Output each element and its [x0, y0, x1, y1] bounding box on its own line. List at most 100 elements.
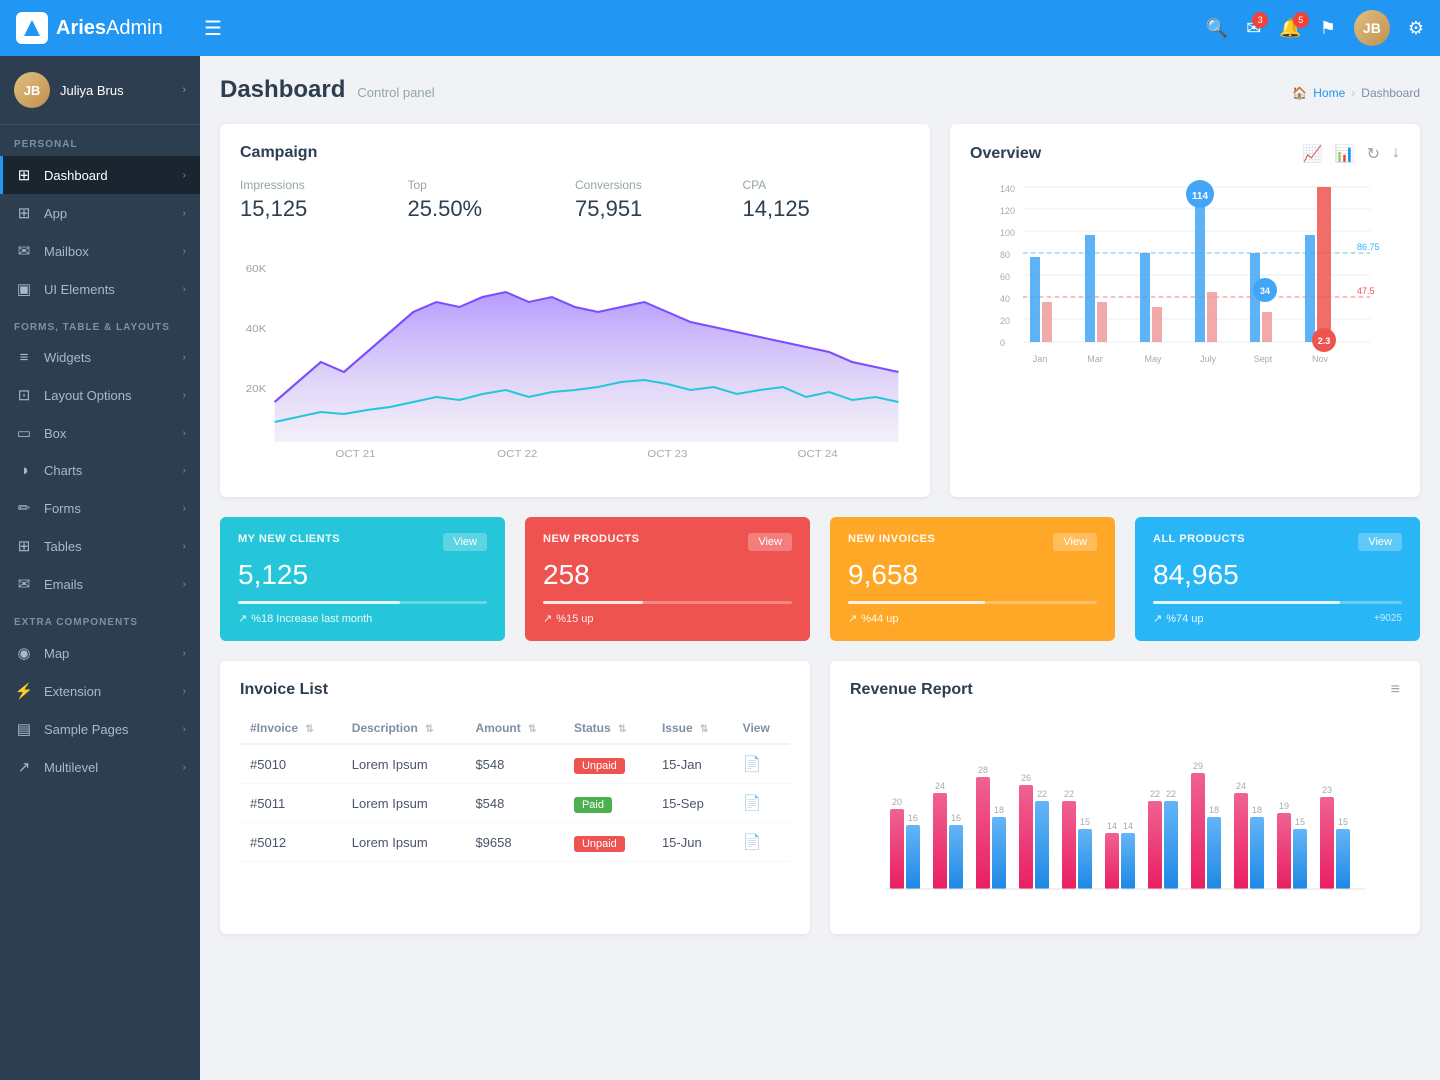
stat-conversions-value: 75,951 — [575, 196, 743, 222]
stat-card-all-products-view-btn[interactable]: View — [1358, 533, 1402, 551]
status-badge-paid: Paid — [574, 797, 612, 813]
view-file-icon[interactable]: 📄 — [743, 834, 762, 851]
svg-text:24: 24 — [935, 781, 945, 791]
campaign-title: Campaign — [240, 144, 910, 162]
page-header: Dashboard Control panel 🏠 Home › Dashboa… — [220, 76, 1420, 104]
extension-icon: ⚡ — [14, 682, 34, 700]
breadcrumb-sep: › — [1351, 86, 1355, 100]
logo-icon — [16, 12, 48, 44]
overview-bar-icon[interactable]: 📊 — [1335, 144, 1355, 164]
search-icon[interactable]: 🔍 — [1206, 18, 1228, 39]
sidebar-item-map[interactable]: ◉ Map › — [0, 634, 200, 672]
sample-pages-icon: ▤ — [14, 720, 34, 738]
cell-desc: Lorem Ipsum — [342, 784, 466, 823]
stat-card-all-products-bar — [1153, 601, 1402, 604]
svg-text:2.3: 2.3 — [1318, 336, 1331, 346]
stat-card-invoices-value: 9,658 — [848, 559, 1097, 591]
sidebar-item-label: Map — [44, 646, 173, 661]
sidebar-item-extension[interactable]: ⚡ Extension › — [0, 672, 200, 710]
bell-icon[interactable]: 🔔 5 — [1279, 18, 1301, 39]
mail-icon[interactable]: ✉ 3 — [1246, 18, 1261, 39]
svg-text:20K: 20K — [246, 384, 267, 395]
view-file-icon[interactable]: 📄 — [743, 756, 762, 773]
cell-view[interactable]: 📄 — [733, 823, 790, 862]
sidebar-item-tables[interactable]: ⊞ Tables › — [0, 527, 200, 565]
stat-card-clients-header: MY NEW CLIENTS View — [238, 533, 487, 551]
svg-text:20: 20 — [892, 797, 902, 807]
sidebar-item-box[interactable]: ▭ Box › — [0, 414, 200, 452]
ui-elements-icon: ▣ — [14, 280, 34, 298]
svg-text:114: 114 — [1192, 191, 1209, 202]
page-subtitle: Control panel — [357, 85, 434, 100]
section-label-extra: EXTRA COMPONENTS — [0, 603, 200, 634]
mail-badge: 3 — [1252, 12, 1268, 28]
flag-icon[interactable]: ⚑ — [1320, 18, 1336, 39]
stat-card-products-view-btn[interactable]: View — [748, 533, 792, 551]
svg-text:26: 26 — [1021, 773, 1031, 783]
svg-text:40K: 40K — [246, 324, 267, 335]
sidebar-arrow: › — [183, 208, 186, 219]
sidebar-user-arrow: › — [182, 84, 186, 96]
dashboard-icon: ⊞ — [14, 166, 34, 184]
sidebar-arrow: › — [183, 579, 186, 590]
svg-text:120: 120 — [1000, 206, 1015, 216]
cell-view[interactable]: 📄 — [733, 744, 790, 784]
sidebar-item-label: Emails — [44, 577, 173, 592]
svg-text:24: 24 — [1236, 781, 1246, 791]
logo-brand: AriesAdmin — [56, 17, 163, 40]
status-badge-unpaid: Unpaid — [574, 758, 625, 774]
stat-conversions-label: Conversions — [575, 178, 743, 192]
svg-text:40: 40 — [1000, 294, 1010, 304]
stat-card-products-value: 258 — [543, 559, 792, 591]
sidebar-item-widgets[interactable]: ≡ Widgets › — [0, 339, 200, 376]
row-stat-cards: MY NEW CLIENTS View 5,125 ↗%18 Increase … — [220, 517, 1420, 641]
stat-card-invoices-view-btn[interactable]: View — [1053, 533, 1097, 551]
box-icon: ▭ — [14, 424, 34, 442]
logo-admin: Admin — [106, 17, 163, 39]
sidebar-item-label: Charts — [44, 463, 173, 478]
sidebar-item-mailbox[interactable]: ✉ Mailbox › — [0, 232, 200, 270]
breadcrumb-home-link[interactable]: Home — [1313, 86, 1345, 100]
user-avatar[interactable]: JB — [1354, 10, 1390, 46]
svg-text:0: 0 — [1000, 338, 1005, 348]
sidebar-item-app[interactable]: ⊞ App › — [0, 194, 200, 232]
stat-cpa: CPA 14,125 — [743, 178, 911, 222]
sidebar-arrow: › — [183, 284, 186, 295]
row-charts: Campaign Impressions 15,125 Top 25.50% C… — [220, 124, 1420, 497]
stat-impressions-value: 15,125 — [240, 196, 408, 222]
table-row: #5012 Lorem Ipsum $9658 Unpaid 15-Jun 📄 — [240, 823, 790, 862]
cell-desc: Lorem Ipsum — [342, 744, 466, 784]
sidebar-item-dashboard[interactable]: ⊞ Dashboard › — [0, 156, 200, 194]
svg-text:29: 29 — [1193, 761, 1203, 771]
svg-text:34: 34 — [1260, 286, 1270, 296]
svg-text:100: 100 — [1000, 228, 1015, 238]
sidebar-item-emails[interactable]: ✉ Emails › — [0, 565, 200, 603]
stat-card-invoices-label: NEW INVOICES — [848, 533, 935, 545]
svg-text:80: 80 — [1000, 250, 1010, 260]
sidebar-item-charts[interactable]: ◑ Charts › — [0, 452, 200, 489]
hamburger-button[interactable]: ☰ — [204, 16, 222, 41]
campaign-card: Campaign Impressions 15,125 Top 25.50% C… — [220, 124, 930, 497]
settings-icon[interactable]: ⚙ — [1408, 18, 1424, 39]
cell-amount: $548 — [465, 784, 564, 823]
cell-view[interactable]: 📄 — [733, 784, 790, 823]
sidebar-item-ui-elements[interactable]: ▣ UI Elements › — [0, 270, 200, 308]
stat-card-clients-footer: ↗%18 Increase last month — [238, 612, 487, 625]
view-file-icon[interactable]: 📄 — [743, 795, 762, 812]
sidebar-item-forms[interactable]: ✏ Forms › — [0, 489, 200, 527]
overview-refresh-icon[interactable]: ↻ — [1367, 144, 1380, 164]
sidebar-item-multilevel[interactable]: ↗ Multilevel › — [0, 748, 200, 786]
sidebar-item-sample-pages[interactable]: ▤ Sample Pages › — [0, 710, 200, 748]
sidebar-item-layout-options[interactable]: ⊡ Layout Options › — [0, 376, 200, 414]
overview-download-icon[interactable]: ↓ — [1392, 144, 1400, 164]
revenue-menu-icon[interactable]: ≡ — [1391, 681, 1400, 699]
charts-icon: ◑ — [14, 462, 34, 479]
svg-text:28: 28 — [978, 765, 988, 775]
stat-card-clients-view-btn[interactable]: View — [443, 533, 487, 551]
stat-impressions-label: Impressions — [240, 178, 408, 192]
sidebar-user[interactable]: JB Juliya Brus › — [0, 56, 200, 125]
status-badge-unpaid: Unpaid — [574, 836, 625, 852]
table-row: #5010 Lorem Ipsum $548 Unpaid 15-Jan 📄 — [240, 744, 790, 784]
breadcrumb-home-icon: 🏠 — [1292, 86, 1307, 100]
overview-line-icon[interactable]: 📈 — [1303, 144, 1323, 164]
